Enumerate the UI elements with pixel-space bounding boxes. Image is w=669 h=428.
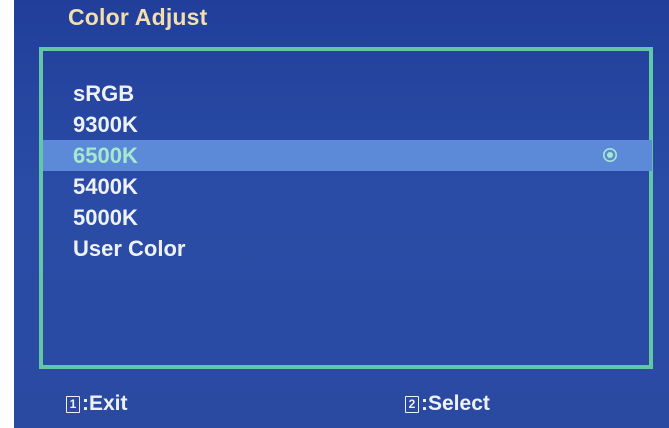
key-2-icon: 2 xyxy=(405,395,419,413)
menu-item-label: 6500K xyxy=(73,143,138,168)
menu-item-label: 5400K xyxy=(73,174,138,199)
color-adjust-menu: sRGB 9300K 6500K 5400K 5000K User Color xyxy=(39,47,653,369)
menu-item-srgb[interactable]: sRGB xyxy=(43,78,649,109)
exit-hint[interactable]: 1 :Exit xyxy=(66,389,128,419)
select-label: :Select xyxy=(421,392,490,415)
monitor-osd-screen: Color Adjust sRGB 9300K 6500K 5400K 5000… xyxy=(14,0,669,428)
menu-item-label: sRGB xyxy=(73,81,135,106)
menu-item-5000k[interactable]: 5000K xyxy=(43,202,649,233)
radio-selected-icon xyxy=(603,148,617,162)
exit-label: :Exit xyxy=(82,392,128,415)
menu-item-5400k[interactable]: 5400K xyxy=(43,171,649,202)
color-preset-list: sRGB 9300K 6500K 5400K 5000K User Color xyxy=(43,78,652,264)
menu-item-user-color[interactable]: User Color xyxy=(43,233,649,264)
menu-item-label: 5000K xyxy=(73,205,138,230)
osd-title: Color Adjust xyxy=(68,4,208,30)
menu-item-label: User Color xyxy=(73,236,186,261)
select-hint[interactable]: 2 :Select xyxy=(405,389,490,419)
menu-item-6500k[interactable]: 6500K xyxy=(43,140,652,171)
key-1-icon: 1 xyxy=(66,395,80,413)
menu-item-9300k[interactable]: 9300K xyxy=(43,109,649,140)
menu-item-label: 9300K xyxy=(73,112,138,137)
